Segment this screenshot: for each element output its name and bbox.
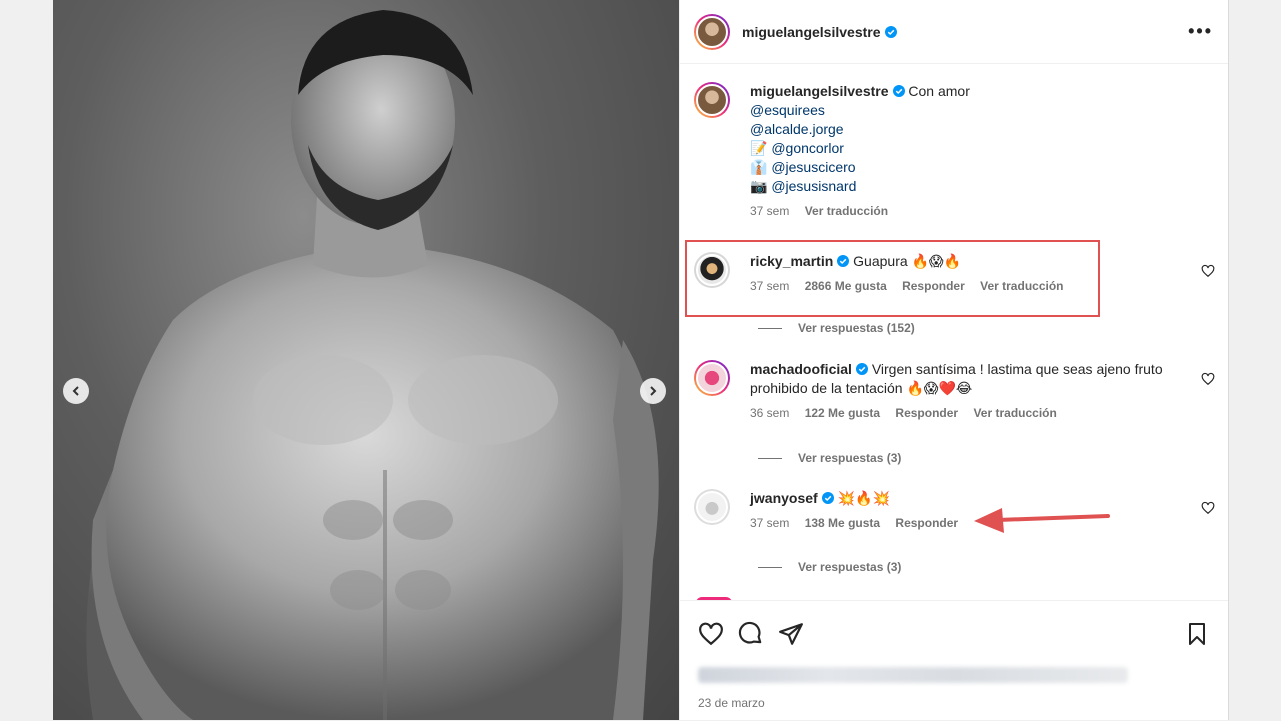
post-sidebar: miguelangelsilvestre ••• miguelangelsilv…: [679, 0, 1228, 720]
comment-text: 💥🔥💥: [837, 490, 890, 506]
avatar[interactable]: [694, 360, 730, 396]
heart-icon[interactable]: [698, 621, 724, 647]
comment-time[interactable]: 37 sem: [750, 516, 789, 530]
verified-badge-icon: [855, 363, 868, 375]
view-replies-label: Ver respuestas (152): [798, 321, 915, 335]
view-replies-label: Ver respuestas (3): [798, 560, 902, 574]
chevron-right-icon: [650, 386, 657, 396]
translate-link[interactable]: Ver traducción: [973, 406, 1056, 420]
comment: jwanyosef 💥🔥💥 37 sem 138 Me gusta Respon…: [694, 489, 1215, 533]
comment-time[interactable]: 36 sem: [750, 406, 789, 420]
action-bar: 23 de marzo: [680, 600, 1228, 720]
likes-summary-blurred: [698, 667, 1128, 683]
comment-text: Guapura 🔥😱🔥: [853, 253, 962, 269]
avatar[interactable]: [694, 489, 730, 525]
annotation-arrow: [974, 508, 1110, 533]
comment: ricky_martin Guapura 🔥😱🔥 37 sem 2866 Me …: [694, 252, 1215, 296]
post-media[interactable]: [53, 0, 679, 720]
heart-icon[interactable]: [1201, 264, 1215, 278]
verified-badge-icon: [821, 492, 834, 504]
heart-icon[interactable]: [1201, 372, 1215, 386]
reply-button[interactable]: Responder: [895, 516, 958, 530]
avatar[interactable]: [694, 252, 730, 288]
view-replies-button[interactable]: Ver respuestas (3): [758, 451, 901, 465]
view-replies-button[interactable]: Ver respuestas (152): [758, 321, 915, 335]
comment-likes[interactable]: 2866 Me gusta: [805, 279, 887, 293]
translate-link[interactable]: Ver traducción: [805, 204, 888, 218]
mention-link[interactable]: @esquirees: [750, 101, 970, 120]
reply-button[interactable]: Responder: [902, 279, 965, 293]
heart-icon[interactable]: [1201, 501, 1215, 515]
comment-username[interactable]: jwanyosef: [750, 490, 818, 506]
caption: miguelangelsilvestre Con amor @esquirees…: [694, 82, 1215, 221]
mention-link[interactable]: @jesuscicero: [771, 159, 855, 175]
verified-badge-icon: [837, 255, 850, 267]
mention-emoji: 👔: [750, 159, 768, 175]
comment: machadooficial Virgen santísima ! lastim…: [694, 360, 1215, 423]
caption-time[interactable]: 37 sem: [750, 204, 789, 218]
bookmark-icon[interactable]: [1185, 621, 1209, 647]
reply-button[interactable]: Responder: [895, 406, 958, 420]
mention-link[interactable]: @jesusisnard: [771, 178, 856, 194]
carousel-next-button[interactable]: [640, 378, 666, 404]
view-replies-button[interactable]: Ver respuestas (3): [758, 560, 901, 574]
comment-username[interactable]: machadooficial: [750, 361, 852, 377]
verified-badge-icon: [884, 25, 897, 38]
comment-icon[interactable]: [738, 621, 764, 647]
comment-likes[interactable]: 122 Me gusta: [805, 406, 880, 420]
avatar[interactable]: [694, 82, 730, 118]
mention-emoji: 📝: [750, 140, 768, 156]
verified-badge-icon: [892, 85, 905, 97]
comment-likes[interactable]: 138 Me gusta: [805, 516, 880, 530]
mention-link[interactable]: @alcalde.jorge: [750, 120, 970, 139]
post-photo: [86, 10, 659, 720]
mention-emoji: 📷: [750, 178, 768, 194]
view-replies-label: Ver respuestas (3): [798, 451, 902, 465]
chevron-left-icon: [72, 386, 79, 396]
translate-link[interactable]: Ver traducción: [980, 279, 1063, 293]
post-header: miguelangelsilvestre •••: [680, 0, 1228, 64]
post-date[interactable]: 23 de marzo: [698, 696, 765, 710]
comment-time[interactable]: 37 sem: [750, 279, 789, 293]
caption-username[interactable]: miguelangelsilvestre: [750, 83, 889, 99]
comments-list: miguelangelsilvestre Con amor @esquirees…: [680, 64, 1228, 600]
post-modal: miguelangelsilvestre ••• miguelangelsilv…: [53, 0, 1229, 720]
caption-text: Con amor: [908, 83, 970, 99]
share-icon[interactable]: [778, 621, 804, 647]
comment-username[interactable]: ricky_martin: [750, 253, 833, 269]
avatar[interactable]: [694, 13, 730, 50]
author-username[interactable]: miguelangelsilvestre: [742, 24, 881, 40]
carousel-prev-button[interactable]: [63, 378, 89, 404]
more-options-icon[interactable]: •••: [1188, 21, 1213, 42]
mention-link[interactable]: @goncorlor: [771, 140, 844, 156]
